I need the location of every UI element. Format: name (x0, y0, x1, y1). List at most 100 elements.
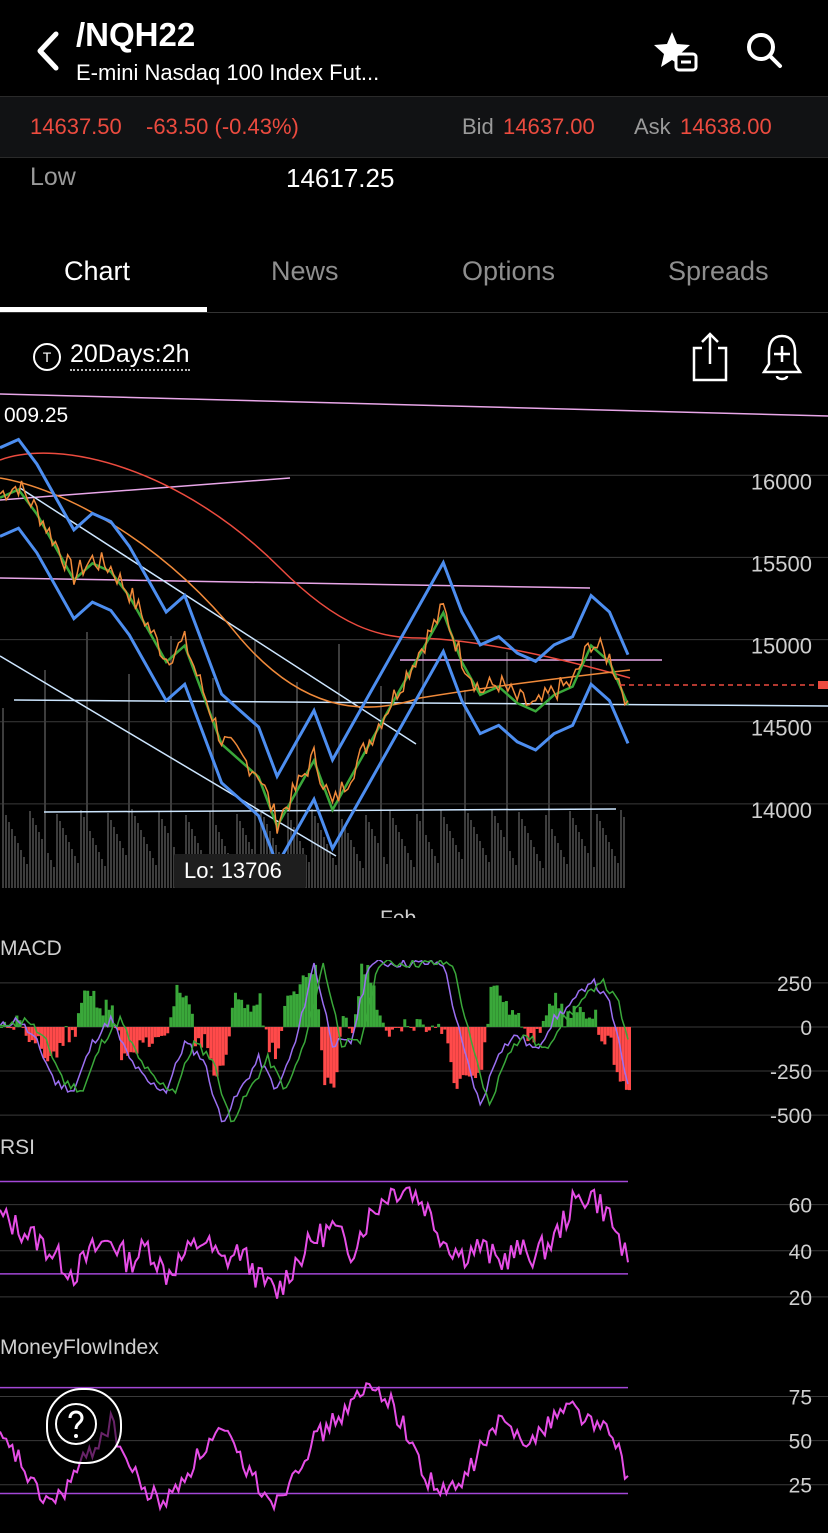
volume-bar (623, 817, 625, 888)
volume-bar (155, 865, 157, 888)
oscillator-tick-label: 60 (789, 1195, 812, 1218)
volume-bar (461, 859, 463, 888)
volume-bar (110, 820, 112, 888)
volume-bar (158, 812, 160, 888)
tab-options[interactable]: Options (462, 256, 555, 287)
macd-histogram-bar (581, 1012, 585, 1027)
macd-label: MACD (0, 937, 62, 960)
volume-bar (77, 863, 79, 888)
tab-news[interactable]: News (271, 256, 339, 287)
volume-bar (353, 847, 355, 888)
macd-histogram-bar (403, 1019, 407, 1027)
volume-bar (362, 868, 364, 888)
macd-histogram-bar (221, 1026, 225, 1066)
tab-spreads[interactable]: Spreads (668, 256, 769, 287)
volume-bar (539, 861, 541, 888)
ask-value: 14638.00 (680, 114, 772, 139)
share-button[interactable] (690, 330, 730, 384)
volume-bar (482, 848, 484, 888)
search-button[interactable] (744, 30, 784, 70)
volume-bar (587, 853, 589, 888)
macd-histogram-bar (452, 1026, 456, 1084)
macd-histogram-bar (443, 1026, 447, 1030)
volume-bar (140, 830, 142, 888)
volume-bar (494, 816, 496, 888)
macd-histogram-bar (418, 1019, 422, 1027)
oscillator-tick-label: 20 (789, 1287, 812, 1310)
moving-average-fast (0, 487, 630, 830)
volume-bar (581, 839, 583, 888)
mfi-label: MoneyFlowIndex (0, 1336, 159, 1359)
volume-bar (407, 853, 409, 888)
volume-bar (104, 866, 106, 888)
price-chart[interactable]: 16000 15500 15000 14500 14000 009.25 Lo: 137… (0, 388, 828, 918)
macd-histogram-bar (575, 1012, 579, 1027)
price-tick-label: 14000 (751, 798, 812, 823)
macd-histogram-bar (547, 1003, 551, 1027)
macd-histogram-bar (264, 1026, 268, 1030)
last-price-marker (818, 681, 828, 689)
volume-bar (134, 816, 136, 888)
tab-active-indicator (0, 307, 207, 312)
macd-tick-label: 250 (777, 973, 812, 996)
macd-histogram-bar (437, 1023, 441, 1027)
help-button[interactable] (46, 1388, 122, 1464)
volume-bar (50, 860, 52, 888)
macd-chart[interactable]: 250 0 -250 -500 (0, 960, 828, 1128)
macd-histogram-bar (434, 1026, 438, 1028)
macd-histogram-bar (301, 975, 305, 1027)
oscillator-tick-label: 75 (789, 1386, 812, 1409)
volume-bar (371, 829, 373, 888)
volume-bar (410, 860, 412, 888)
macd-histogram-bar (190, 1013, 194, 1027)
macd-tick-label: 0 (800, 1017, 812, 1040)
volume-bar (356, 854, 358, 888)
volume-bar (602, 828, 604, 888)
macd-histogram-bar (289, 995, 293, 1027)
macd-histogram-bar (153, 1026, 157, 1038)
macd-histogram-bar (258, 993, 262, 1027)
rsi-chart[interactable]: 60 40 20 (0, 1160, 828, 1326)
alert-button[interactable] (760, 330, 804, 384)
watchlist-button[interactable] (652, 28, 698, 74)
volume-bar (434, 856, 436, 888)
mfi-chart[interactable]: 75 50 25 (0, 1360, 828, 1530)
star-add-icon (654, 32, 698, 72)
volume-bar (347, 833, 349, 888)
volume-bar (71, 849, 73, 888)
volume-bar (377, 843, 379, 888)
macd-histogram-bar (218, 1026, 222, 1066)
macd-histogram-bar (169, 1017, 173, 1027)
svg-text:T: T (43, 349, 52, 365)
back-button[interactable] (30, 28, 66, 74)
volume-bar (512, 858, 514, 888)
timeframe-label: 20Days:2h (70, 340, 190, 371)
macd-histogram-bar (230, 1007, 234, 1027)
volume-bar (590, 656, 592, 888)
volume-bar (47, 853, 49, 888)
volume-bar (533, 847, 535, 888)
volume-bar (449, 831, 451, 888)
macd-histogram-bar (323, 1026, 327, 1086)
volume-bar (44, 670, 46, 888)
volume-bar (536, 854, 538, 888)
macd-histogram-bar (58, 1026, 62, 1043)
volume-bar (80, 810, 82, 888)
volume-bar (569, 811, 571, 888)
volume-bar (383, 857, 385, 888)
volume-bar (101, 859, 103, 888)
tab-chart[interactable]: Chart (64, 256, 130, 287)
volume-bar (122, 848, 124, 888)
macd-histogram-bar (375, 1009, 379, 1027)
macd-histogram-bar (480, 1026, 484, 1070)
macd-histogram-bar (203, 1026, 207, 1035)
macd-histogram-bar (412, 1026, 416, 1031)
volume-bar (17, 843, 19, 888)
macd-histogram-bar (212, 1026, 216, 1076)
macd-histogram-bar (483, 1026, 487, 1043)
volume-bar (323, 837, 325, 888)
volume-bar (524, 826, 526, 888)
macd-histogram-bar (341, 1016, 345, 1027)
macd-histogram-bar (249, 1011, 253, 1027)
volume-bar (401, 839, 403, 888)
